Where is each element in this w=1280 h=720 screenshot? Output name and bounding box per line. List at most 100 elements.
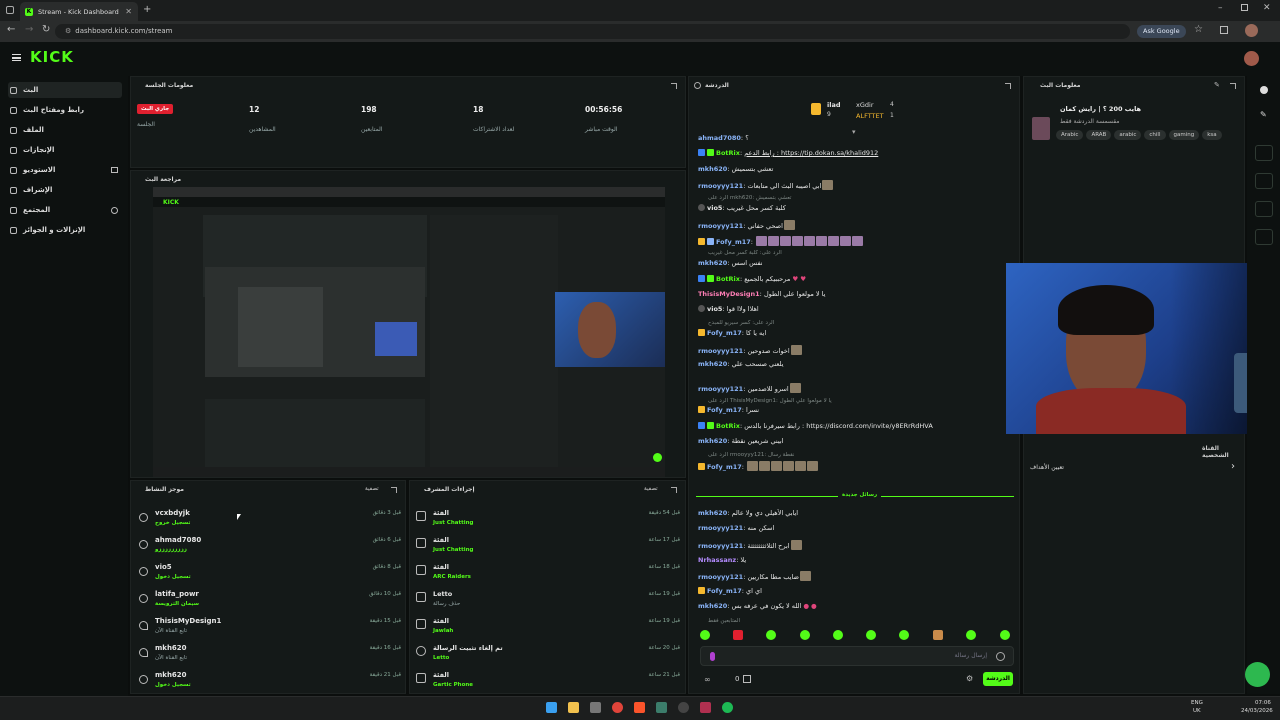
rail-button-doc[interactable] — [1255, 201, 1273, 217]
filter-button[interactable]: تصفية — [644, 486, 658, 492]
set-goals-link[interactable]: تعيين الأهداف — [1030, 464, 1064, 471]
chat-message[interactable]: mkh620: الله لا يكون في عرفه بس ● ● — [698, 602, 1016, 611]
spotify-icon[interactable] — [722, 702, 733, 713]
tag[interactable]: Arabic — [1056, 130, 1084, 140]
extensions-icon[interactable] — [1220, 26, 1228, 34]
chat-message[interactable]: rmooyyy121: اسرو للاصدمين — [698, 383, 1016, 394]
emote-icon[interactable] — [933, 630, 943, 640]
list-item[interactable]: vio5 تسجيل دخول قبل 8 دقائق — [139, 561, 401, 588]
chat-settings-gear-icon[interactable]: ⚙ — [966, 674, 973, 683]
mic-icon[interactable] — [710, 652, 715, 661]
chat-username[interactable]: mkh620 — [698, 602, 727, 610]
close-window-button[interactable]: ✕ — [1263, 3, 1271, 13]
chevron-right-icon[interactable]: › — [1231, 461, 1235, 472]
list-item[interactable]: الفئة Gartic Phone قبل 21 ساعة — [416, 669, 680, 696]
sidebar-item-live[interactable]: البث — [8, 82, 122, 98]
list-item[interactable]: mkh620 تابع القناة الآن قبل 16 دقيقة — [139, 642, 401, 669]
new-tab-button[interactable]: + — [143, 4, 151, 15]
chat-username[interactable]: rmooyyy121 — [698, 385, 743, 393]
chat-message[interactable]: BotRix: رابط الدعم : https://tip.dokan.s… — [698, 149, 1016, 158]
chat-username[interactable]: Fofy_m17 — [707, 329, 742, 337]
emote-icon[interactable] — [700, 630, 710, 640]
popout-icon[interactable] — [671, 487, 677, 493]
chat-message[interactable]: Nrhassanz: يلا — [698, 556, 1016, 565]
chat-username[interactable]: Fofy_m17 — [707, 587, 742, 595]
chat-username[interactable]: rmooyyy121 — [698, 182, 743, 190]
tag[interactable]: ksa — [1202, 130, 1222, 140]
chat-message[interactable]: mkh620: ايابي الأهيلي دي ولا عالم — [698, 509, 1016, 518]
popout-icon[interactable] — [391, 487, 397, 493]
url-input[interactable]: ⚙ dashboard.kick.com/stream — [55, 24, 1130, 39]
emote-icon[interactable] — [866, 630, 876, 640]
chat-username[interactable]: mkh620 — [698, 509, 727, 517]
list-item[interactable]: ThisisMyDesign1 تابع القناة الآن قبل 15 دق… — [139, 615, 401, 642]
chat-username[interactable]: rmooyyy121 — [698, 573, 743, 581]
emote-icon[interactable] — [733, 630, 743, 640]
minimize-button[interactable]: – — [1218, 3, 1223, 13]
tag[interactable]: chill — [1144, 130, 1166, 140]
list-item[interactable]: تم إلغاء تثبيت الرسالة Letto قبل 20 ساعة — [416, 642, 680, 669]
list-item[interactable]: Letto حذف رسالة قبل 19 ساعة — [416, 588, 680, 615]
chat-message[interactable]: rmooyyy121: اسكن منه — [698, 524, 1016, 533]
popout-icon[interactable] — [1230, 83, 1236, 89]
chat-message[interactable]: rmooyyy121: اصحي حفاني — [698, 220, 1016, 231]
chat-username[interactable]: BotRix — [716, 275, 740, 283]
chat-message[interactable]: mkh620: نفس اسس — [698, 259, 1016, 268]
chat-message[interactable]: vio5: كلبة كسر محل غيريب — [698, 204, 1016, 213]
brave-icon[interactable] — [634, 702, 645, 713]
kick-logo[interactable]: KICK — [30, 48, 74, 66]
chat-message[interactable]: mkh620: تعشي بتسميش — [698, 165, 1016, 174]
chat-message[interactable]: Fofy_m17: اي اي — [698, 587, 1016, 596]
store-icon[interactable] — [590, 702, 601, 713]
help-chat-button[interactable] — [1245, 662, 1270, 687]
chat-username[interactable]: rmooyyy121 — [698, 524, 743, 532]
popout-icon[interactable] — [1005, 83, 1011, 89]
chat-username[interactable]: mkh620 — [698, 437, 727, 445]
obs-icon[interactable] — [678, 702, 689, 713]
rail-button-close[interactable] — [1255, 145, 1273, 161]
chat-message[interactable]: rmooyyy121: ابرح الثلاثثثثثثثثة — [698, 540, 1016, 551]
clock-time[interactable]: 07:06 — [1255, 700, 1271, 706]
list-item[interactable]: الفئة Jawlah قبل 19 ساعة — [416, 615, 680, 642]
chat-message[interactable]: rmooyyy121: ابي اصيبه البث الي متابعات — [698, 180, 1016, 191]
tag[interactable]: arabic — [1114, 130, 1142, 140]
lang-indicator[interactable]: ENG — [1191, 700, 1203, 706]
back-icon[interactable]: ← — [7, 24, 15, 35]
maximize-button[interactable] — [1241, 4, 1248, 11]
filter-button[interactable]: تصفية — [365, 486, 379, 492]
edit-icon[interactable]: ✎ — [1260, 110, 1267, 119]
sidebar-item-community[interactable]: المجتمع — [8, 202, 122, 218]
bookmark-star-icon[interactable]: ☆ — [1194, 24, 1203, 35]
chat-message[interactable]: mkh620: يلعني صسحب علي — [698, 360, 1016, 369]
chat-username[interactable]: vio5 — [707, 305, 722, 313]
send-chat-button[interactable]: الدردشة — [983, 672, 1013, 686]
chrome-icon[interactable] — [612, 702, 623, 713]
edit-icon[interactable]: ✎ — [1214, 81, 1220, 89]
emote-icon[interactable] — [800, 630, 810, 640]
file-explorer-icon[interactable] — [568, 702, 579, 713]
chat-message[interactable]: ahmad7080: ؟ — [698, 134, 1016, 143]
rail-button-chat[interactable] — [1255, 229, 1273, 245]
chat-message[interactable]: Fofy_m17: — [698, 236, 1016, 247]
calendar-icon[interactable] — [743, 675, 751, 683]
chat-message[interactable]: BotRix: مرحببيكم بالجميع ♥ ♥ — [698, 275, 1016, 284]
forward-icon[interactable]: → — [25, 24, 33, 35]
list-item[interactable]: الفئة Just Chatting قبل 17 ساعة — [416, 534, 680, 561]
chat-username[interactable]: vio5 — [707, 204, 722, 212]
emote-icon[interactable] — [766, 630, 776, 640]
browser-tab[interactable]: K Stream - Kick Dashboard ✕ — [20, 2, 138, 21]
chat-message[interactable]: BotRix: رابط سيرفرنا بالدس : https://dis… — [698, 422, 1016, 431]
chat-username[interactable]: ThisisMyDesign1 — [698, 290, 760, 298]
sidebar-item-studio[interactable]: الاستوديو — [8, 162, 122, 178]
sidebar-item-achievements[interactable]: الإنجازات — [8, 142, 122, 158]
list-item[interactable]: الفئة Just Chatting قبل 54 دقيقة — [416, 507, 680, 534]
users-icon[interactable]: ∞ — [704, 675, 711, 684]
chat-message[interactable]: Fofy_m17: ايه يا كا — [698, 329, 1016, 338]
chat-username[interactable]: ahmad7080 — [698, 134, 741, 142]
emote-icon[interactable] — [833, 630, 843, 640]
stream-preview-video[interactable]: KICK — [153, 187, 665, 477]
chat-username[interactable]: rmooyyy121 — [698, 347, 743, 355]
sidebar-item-stream-key[interactable]: رابط ومفتاح البث — [8, 102, 122, 118]
webcam-window[interactable] — [1006, 263, 1280, 434]
calendar-app-icon[interactable] — [656, 702, 667, 713]
